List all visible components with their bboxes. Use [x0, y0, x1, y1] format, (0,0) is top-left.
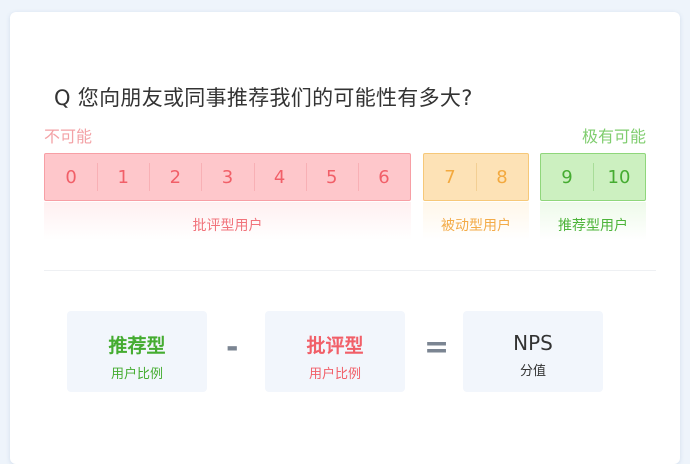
nps-subtitle: 分值 — [519, 364, 546, 379]
detractor-ratio-box: 批评型 用户比例 — [265, 311, 405, 392]
score-option[interactable]: 7 — [424, 154, 476, 200]
score-option[interactable]: 4 — [253, 154, 306, 200]
score-option[interactable]: 6 — [357, 154, 410, 200]
score-option[interactable]: 1 — [97, 154, 149, 200]
scale-high-label: 极有可能 — [581, 127, 646, 146]
score-option[interactable]: 2 — [149, 154, 201, 200]
score-option[interactable]: 8 — [476, 154, 528, 200]
passives-label: 被动型用户 — [423, 202, 529, 240]
score-group-detractors: 0 1 2 3 4 5 6 — [44, 153, 411, 201]
scale-low-label: 不可能 — [44, 127, 93, 146]
equals-operator: = — [424, 330, 450, 365]
promoter-ratio-box: 推荐型 用户比例 — [67, 311, 207, 392]
detractor-title: 批评型 — [306, 335, 364, 357]
question-title: Q 您向朋友或同事推荐我们的可能性有多大? — [54, 86, 473, 110]
nps-title: NPS — [513, 331, 553, 355]
score-group-passives: 7 8 — [423, 153, 529, 201]
detractors-label: 批评型用户 — [44, 202, 411, 240]
divider — [44, 270, 656, 271]
promoter-subtitle: 用户比例 — [110, 367, 163, 382]
nps-score-box: NPS 分值 — [463, 311, 603, 392]
score-option[interactable]: 5 — [305, 154, 358, 200]
minus-operator: - — [226, 330, 239, 365]
score-group-promoters: 9 10 — [540, 153, 646, 201]
score-option[interactable]: 3 — [201, 154, 253, 200]
promoters-label: 推荐型用户 — [540, 202, 646, 240]
score-option[interactable]: 9 — [541, 154, 593, 200]
score-option[interactable]: 0 — [45, 154, 97, 200]
score-option[interactable]: 10 — [593, 154, 645, 200]
detractor-subtitle: 用户比例 — [308, 367, 361, 382]
promoter-title: 推荐型 — [108, 335, 166, 357]
